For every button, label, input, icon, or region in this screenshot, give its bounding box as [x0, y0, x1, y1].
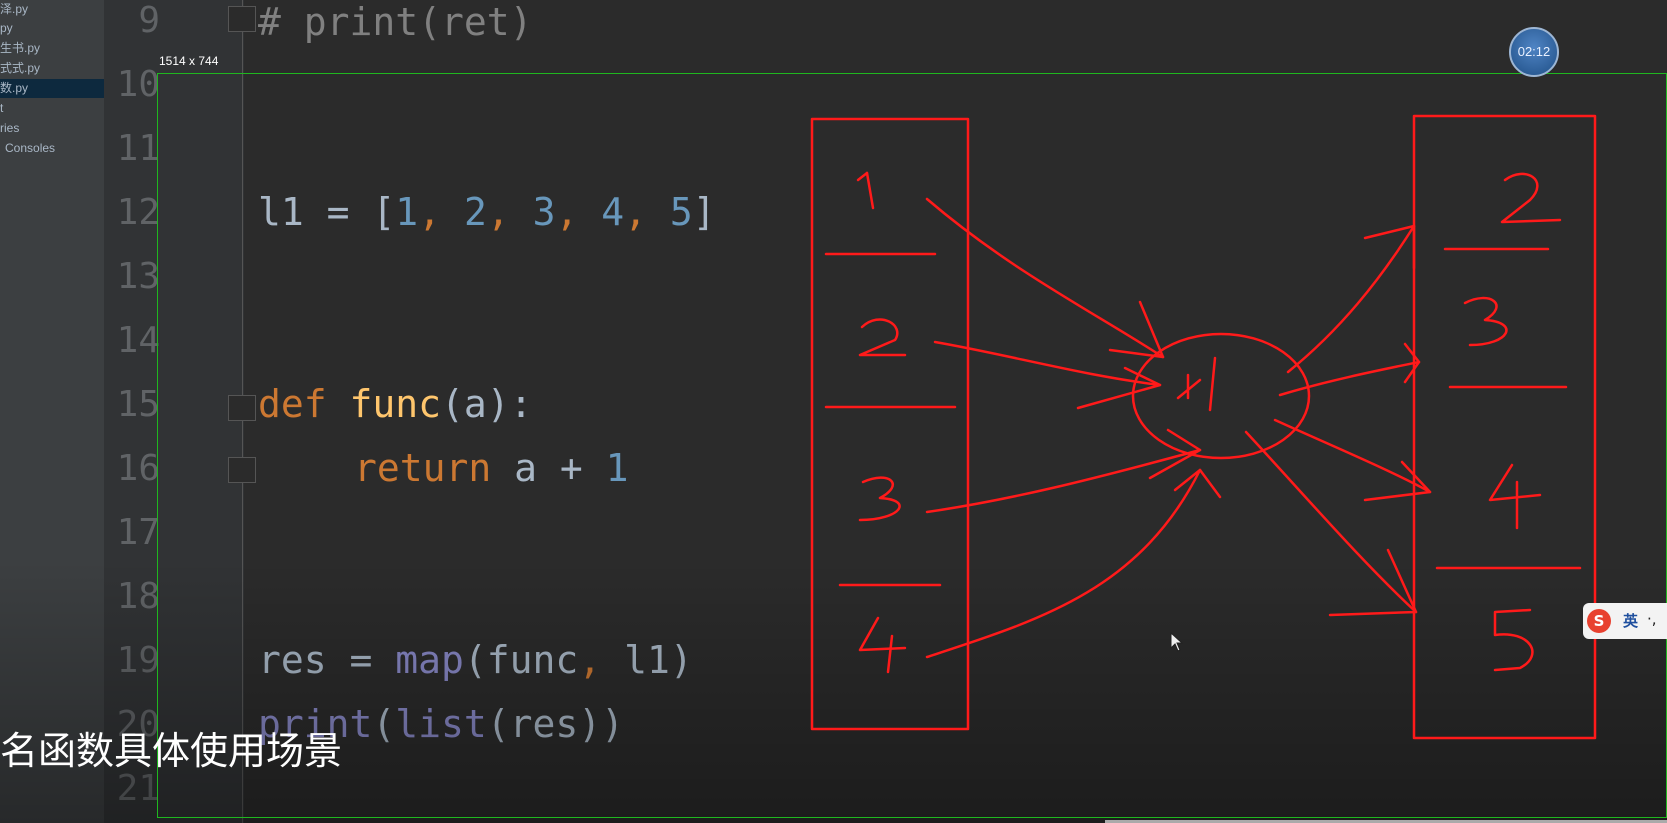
recording-timer[interactable]: 02:12 [1509, 27, 1559, 77]
sogou-logo-icon: S [1587, 609, 1611, 633]
ime-toolbar[interactable]: S 英 ·, [1583, 603, 1667, 639]
screen-capture-selection[interactable] [157, 73, 1667, 818]
video-subtitle: 名函数具体使用场景 [0, 729, 343, 773]
selection-size-label: 1514 x 744 [159, 54, 219, 68]
ime-language-toggle[interactable]: 英 [1623, 610, 1638, 631]
timer-text: 02:12 [1517, 44, 1551, 59]
mouse-cursor-icon [1170, 632, 1184, 652]
ime-punctuation-toggle[interactable]: ·, [1647, 610, 1657, 628]
